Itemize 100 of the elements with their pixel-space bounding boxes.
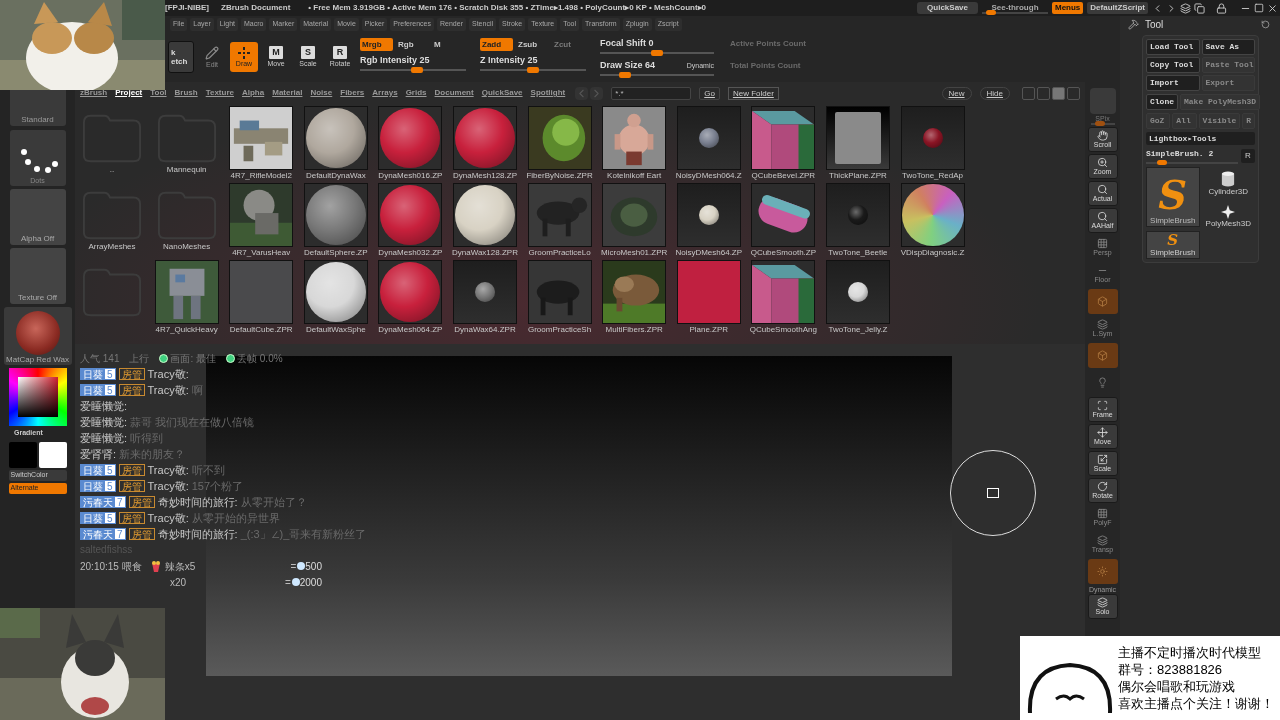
new-folder-button[interactable]: New Folder (727, 86, 779, 100)
slider-track[interactable] (982, 11, 1048, 14)
channel-toggle[interactable]: M (432, 38, 465, 51)
secondary-color-swatch[interactable] (38, 441, 67, 468)
chat-username: 爱肾肾: (80, 446, 117, 462)
tool-thumbnail[interactable]: S SimpleBrush (1146, 231, 1200, 259)
role-badge: 房管 (128, 528, 155, 540)
fan-badge: 日葵 5 (80, 464, 116, 476)
lock-icon[interactable] (1216, 2, 1227, 14)
chat-username: Tracy敬: (147, 366, 189, 382)
lightbox-tab[interactable]: Spotlight (530, 87, 566, 99)
lightbox-tab[interactable]: Brush (174, 87, 198, 99)
slider-label: Draw Size 64 (600, 60, 656, 71)
slider-thumb[interactable] (1157, 160, 1168, 165)
maximize-icon[interactable] (1254, 2, 1264, 13)
tool-button[interactable]: Save As (1201, 39, 1255, 55)
gift-equals: = (290, 559, 297, 574)
close-icon[interactable] (1267, 2, 1278, 14)
go-button[interactable]: Go (699, 86, 720, 100)
slider-thumb[interactable] (651, 50, 663, 56)
file-name: GroomPracticeSh (527, 325, 593, 335)
gift-name: x20 (170, 575, 187, 590)
plane-thumbnail[interactable] (676, 260, 741, 324)
path-field[interactable]: *.* (611, 86, 692, 100)
reset-button[interactable]: R (1241, 149, 1255, 163)
tool-thumbnail[interactable]: S SimpleBrush (1146, 167, 1200, 227)
tool-button[interactable]: Import (1146, 75, 1200, 91)
key-icon: R (333, 46, 347, 59)
lightbox-tab[interactable]: Texture (205, 87, 234, 99)
sphere-thumbnail[interactable] (825, 260, 890, 324)
main-color-swatch[interactable] (8, 441, 37, 468)
plane-thumbnail[interactable] (825, 106, 890, 170)
info-line: 喜欢主播点个关注！谢谢！ (1118, 695, 1274, 712)
sphere-thumbnail[interactable] (452, 260, 517, 324)
alpha-thumbnail[interactable]: Alpha Off (9, 189, 66, 245)
sphere-thumbnail[interactable] (676, 106, 741, 170)
file-name: TwoTone_Jelly.Z (827, 325, 889, 335)
chat-username: Tracy敬: (147, 510, 189, 526)
slider-label: Focal Shift 0 (600, 38, 655, 49)
lightbox-tab[interactable]: Alpha (242, 87, 265, 99)
tool-button[interactable]: Copy Tool (1146, 57, 1200, 73)
info-line: 偶尔会唱歌和玩游戏 (1118, 678, 1236, 695)
slider-thumb[interactable] (1095, 121, 1106, 126)
panel-title: Tool (1145, 17, 1164, 32)
sphere-thumbnail[interactable] (825, 183, 890, 247)
lightbox-tab[interactable]: Noise (310, 87, 333, 99)
file-name: QCubeSmooth.ZP (749, 248, 818, 258)
plane-thumbnail[interactable] (229, 260, 294, 324)
lightbox-tab[interactable]: Document (434, 87, 474, 99)
chat-username: 爱睡懒觉: (80, 398, 128, 414)
lightbox-tools-button[interactable]: Lightbox▸Tools (1146, 132, 1255, 145)
cube-thumbnail[interactable] (751, 260, 816, 324)
role-badge: 房管 (118, 368, 145, 380)
channel-toggle[interactable]: Zsub (516, 38, 549, 51)
quick-sketch-button[interactable]: k etch (168, 41, 194, 73)
lightbox-tab[interactable]: Fibers (340, 87, 365, 99)
file-name: .. (108, 165, 116, 175)
lightbox-tab[interactable]: Tool (150, 87, 167, 99)
role-badge: 房管 (118, 384, 145, 396)
channel-toggle[interactable]: Rgb (396, 38, 429, 51)
tool-button[interactable]: Load Tool (1146, 39, 1200, 55)
view-mode-icon[interactable] (1052, 86, 1065, 100)
lightbox-tab[interactable]: Grids (405, 87, 427, 99)
channel-toggle[interactable]: Mrgb (360, 38, 393, 51)
chat-username: 爱睡懒觉: (80, 414, 128, 430)
lightbox-tab[interactable]: zBrush (80, 87, 108, 99)
quicksave-button[interactable]: QuickSave (917, 2, 978, 14)
sphere-thumbnail[interactable] (900, 183, 965, 247)
slider-thumb[interactable] (411, 67, 424, 73)
sphere-thumbnail[interactable] (676, 183, 741, 247)
tool-thumbnail[interactable]: PolyMesh3D (1201, 199, 1255, 229)
file-name: NoisyDMesh064.Z (674, 171, 743, 181)
tool-button[interactable]: Clone (1146, 94, 1178, 110)
key-icon: S (301, 46, 315, 59)
tool-thumbnail[interactable]: Cylinder3D (1201, 167, 1255, 197)
move-icon (1097, 427, 1108, 438)
lightbox-tab[interactable]: QuickSave (481, 87, 523, 99)
slider-thumb[interactable] (527, 67, 539, 73)
crosshair-icon (238, 46, 250, 59)
slider-thumb[interactable] (619, 72, 632, 78)
reset-icon[interactable] (1261, 19, 1270, 29)
chat-username: 爱睡懒觉: (80, 430, 128, 446)
info-line: 主播不定时播次时代模型 (1118, 644, 1262, 661)
slider-label: Rgb Intensity 25 (360, 55, 431, 66)
lightbox-tab[interactable]: Arrays (372, 87, 398, 99)
material-thumbnail[interactable]: MatCap Red Wax (3, 307, 72, 365)
capsule-thumbnail[interactable] (751, 183, 816, 247)
file-name: DynaMesh128.ZP (451, 171, 518, 181)
lightbox-tab[interactable]: Project (115, 87, 143, 99)
texture-thumbnail[interactable]: Texture Off (9, 248, 66, 304)
lightbox-tab[interactable]: Material (272, 87, 303, 99)
color-picker[interactable] (8, 368, 67, 426)
file-name: FiberByNoise.ZPR (525, 171, 594, 181)
toggle-button[interactable]: Menus (1052, 2, 1084, 14)
file-name: QCubeBevel.ZPR (750, 171, 817, 181)
channel-toggle[interactable]: Zadd (480, 38, 513, 51)
toggle-button[interactable]: DefaultZScript (1087, 2, 1148, 14)
info-line: 群号：823881826 (1118, 661, 1224, 678)
sphere-thumbnail[interactable] (900, 106, 965, 170)
cube-thumbnail[interactable] (751, 106, 816, 170)
